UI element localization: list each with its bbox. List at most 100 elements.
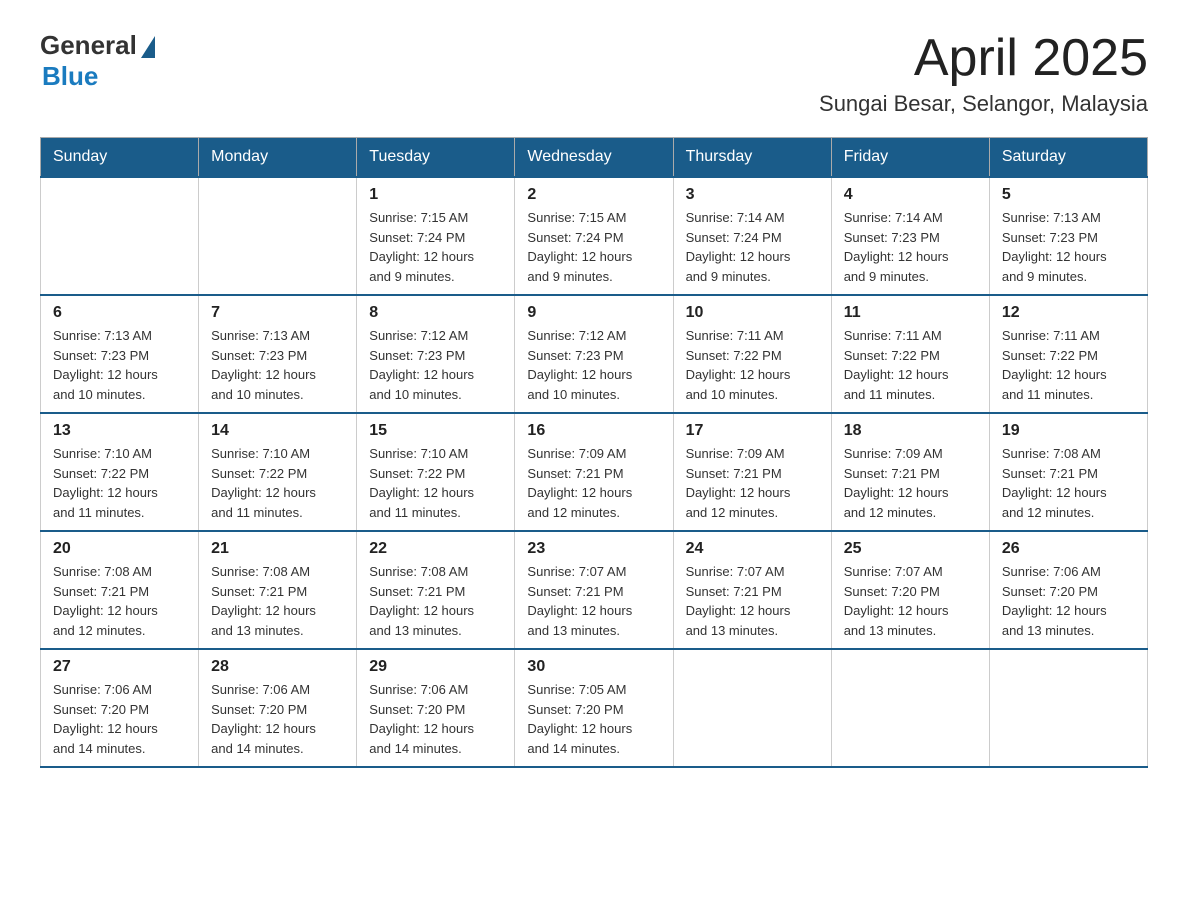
calendar-cell: 30 Sunrise: 7:05 AM Sunset: 7:20 PM Dayli… — [515, 649, 673, 767]
day-number: 10 — [686, 304, 819, 322]
day-info: Sunrise: 7:06 AM Sunset: 7:20 PM Dayligh… — [1002, 562, 1135, 640]
day-info: Sunrise: 7:06 AM Sunset: 7:20 PM Dayligh… — [53, 680, 186, 758]
day-number: 2 — [527, 186, 660, 204]
day-number: 22 — [369, 540, 502, 558]
calendar-cell: 18 Sunrise: 7:09 AM Sunset: 7:21 PM Dayli… — [831, 413, 989, 531]
day-number: 3 — [686, 186, 819, 204]
day-info: Sunrise: 7:08 AM Sunset: 7:21 PM Dayligh… — [211, 562, 344, 640]
day-number: 19 — [1002, 422, 1135, 440]
day-info: Sunrise: 7:07 AM Sunset: 7:21 PM Dayligh… — [686, 562, 819, 640]
day-info: Sunrise: 7:08 AM Sunset: 7:21 PM Dayligh… — [369, 562, 502, 640]
day-number: 14 — [211, 422, 344, 440]
day-info: Sunrise: 7:10 AM Sunset: 7:22 PM Dayligh… — [53, 444, 186, 522]
calendar-cell: 19Sunrise: 7:08 AM Sunset: 7:21 PM Dayli… — [989, 413, 1147, 531]
calendar-cell: 23 Sunrise: 7:07 AM Sunset: 7:21 PM Dayli… — [515, 531, 673, 649]
calendar-cell: 1Sunrise: 7:15 AM Sunset: 7:24 PM Daylig… — [357, 177, 515, 295]
day-info: Sunrise: 7:09 AM Sunset: 7:21 PM Dayligh… — [527, 444, 660, 522]
calendar-cell: 6 Sunrise: 7:13 AM Sunset: 7:23 PM Daylig… — [41, 295, 199, 413]
calendar-cell: 27 Sunrise: 7:06 AM Sunset: 7:20 PM Dayli… — [41, 649, 199, 767]
logo-blue-text: Blue — [42, 61, 98, 92]
calendar-cell: 12 Sunrise: 7:11 AM Sunset: 7:22 PM Dayli… — [989, 295, 1147, 413]
day-info: Sunrise: 7:06 AM Sunset: 7:20 PM Dayligh… — [369, 680, 502, 758]
day-number: 30 — [527, 658, 660, 676]
day-number: 25 — [844, 540, 977, 558]
day-number: 11 — [844, 304, 977, 322]
calendar-cell: 25Sunrise: 7:07 AM Sunset: 7:20 PM Dayli… — [831, 531, 989, 649]
day-number: 13 — [53, 422, 186, 440]
day-info: Sunrise: 7:08 AM Sunset: 7:21 PM Dayligh… — [53, 562, 186, 640]
calendar-cell: 5 Sunrise: 7:13 AM Sunset: 7:23 PM Daylig… — [989, 177, 1147, 295]
page-header: General Blue April 2025 Sungai Besar, Se… — [40, 30, 1148, 117]
calendar-cell: 22 Sunrise: 7:08 AM Sunset: 7:21 PM Dayli… — [357, 531, 515, 649]
day-number: 18 — [844, 422, 977, 440]
day-number: 20 — [53, 540, 186, 558]
logo: General Blue — [40, 30, 155, 92]
day-number: 9 — [527, 304, 660, 322]
calendar-cell — [41, 177, 199, 295]
day-info: Sunrise: 7:13 AM Sunset: 7:23 PM Dayligh… — [1002, 208, 1135, 286]
calendar-week-3: 13 Sunrise: 7:10 AM Sunset: 7:22 PM Dayli… — [41, 413, 1148, 531]
calendar-week-4: 20 Sunrise: 7:08 AM Sunset: 7:21 PM Dayli… — [41, 531, 1148, 649]
day-info: Sunrise: 7:15 AM Sunset: 7:24 PM Dayligh… — [527, 208, 660, 286]
day-number: 29 — [369, 658, 502, 676]
calendar-table: SundayMondayTuesdayWednesdayThursdayFrid… — [40, 137, 1148, 768]
logo-general-text: General — [40, 30, 137, 61]
calendar-cell: 8 Sunrise: 7:12 AM Sunset: 7:23 PM Daylig… — [357, 295, 515, 413]
day-info: Sunrise: 7:10 AM Sunset: 7:22 PM Dayligh… — [369, 444, 502, 522]
day-info: Sunrise: 7:09 AM Sunset: 7:21 PM Dayligh… — [844, 444, 977, 522]
calendar-cell — [199, 177, 357, 295]
day-info: Sunrise: 7:11 AM Sunset: 7:22 PM Dayligh… — [686, 326, 819, 404]
calendar-cell — [831, 649, 989, 767]
calendar-cell: 2 Sunrise: 7:15 AM Sunset: 7:24 PM Daylig… — [515, 177, 673, 295]
weekday-header-friday: Friday — [831, 138, 989, 178]
day-info: Sunrise: 7:05 AM Sunset: 7:20 PM Dayligh… — [527, 680, 660, 758]
calendar-week-1: 1Sunrise: 7:15 AM Sunset: 7:24 PM Daylig… — [41, 177, 1148, 295]
day-number: 24 — [686, 540, 819, 558]
day-number: 4 — [844, 186, 977, 204]
day-info: Sunrise: 7:14 AM Sunset: 7:23 PM Dayligh… — [844, 208, 977, 286]
calendar-cell: 14 Sunrise: 7:10 AM Sunset: 7:22 PM Dayli… — [199, 413, 357, 531]
logo-triangle-icon — [141, 36, 155, 58]
day-info: Sunrise: 7:12 AM Sunset: 7:23 PM Dayligh… — [527, 326, 660, 404]
calendar-cell: 3Sunrise: 7:14 AM Sunset: 7:24 PM Daylig… — [673, 177, 831, 295]
day-number: 15 — [369, 422, 502, 440]
weekday-header-saturday: Saturday — [989, 138, 1147, 178]
day-info: Sunrise: 7:07 AM Sunset: 7:21 PM Dayligh… — [527, 562, 660, 640]
day-info: Sunrise: 7:10 AM Sunset: 7:22 PM Dayligh… — [211, 444, 344, 522]
calendar-cell: 4 Sunrise: 7:14 AM Sunset: 7:23 PM Daylig… — [831, 177, 989, 295]
day-number: 23 — [527, 540, 660, 558]
day-number: 16 — [527, 422, 660, 440]
calendar-cell — [673, 649, 831, 767]
day-info: Sunrise: 7:13 AM Sunset: 7:23 PM Dayligh… — [211, 326, 344, 404]
day-number: 27 — [53, 658, 186, 676]
day-number: 28 — [211, 658, 344, 676]
day-info: Sunrise: 7:11 AM Sunset: 7:22 PM Dayligh… — [1002, 326, 1135, 404]
day-number: 8 — [369, 304, 502, 322]
weekday-header-thursday: Thursday — [673, 138, 831, 178]
calendar-cell: 15 Sunrise: 7:10 AM Sunset: 7:22 PM Dayli… — [357, 413, 515, 531]
calendar-cell: 9 Sunrise: 7:12 AM Sunset: 7:23 PM Daylig… — [515, 295, 673, 413]
day-number: 6 — [53, 304, 186, 322]
calendar-cell: 17 Sunrise: 7:09 AM Sunset: 7:21 PM Dayli… — [673, 413, 831, 531]
calendar-cell: 20 Sunrise: 7:08 AM Sunset: 7:21 PM Dayli… — [41, 531, 199, 649]
calendar-cell: 28Sunrise: 7:06 AM Sunset: 7:20 PM Dayli… — [199, 649, 357, 767]
day-info: Sunrise: 7:11 AM Sunset: 7:22 PM Dayligh… — [844, 326, 977, 404]
day-number: 21 — [211, 540, 344, 558]
day-number: 5 — [1002, 186, 1135, 204]
calendar-cell: 7 Sunrise: 7:13 AM Sunset: 7:23 PM Daylig… — [199, 295, 357, 413]
day-number: 12 — [1002, 304, 1135, 322]
day-number: 17 — [686, 422, 819, 440]
calendar-cell: 13 Sunrise: 7:10 AM Sunset: 7:22 PM Dayli… — [41, 413, 199, 531]
calendar-header-row: SundayMondayTuesdayWednesdayThursdayFrid… — [41, 138, 1148, 178]
weekday-header-tuesday: Tuesday — [357, 138, 515, 178]
calendar-cell: 26 Sunrise: 7:06 AM Sunset: 7:20 PM Dayli… — [989, 531, 1147, 649]
day-info: Sunrise: 7:13 AM Sunset: 7:23 PM Dayligh… — [53, 326, 186, 404]
day-number: 7 — [211, 304, 344, 322]
day-info: Sunrise: 7:12 AM Sunset: 7:23 PM Dayligh… — [369, 326, 502, 404]
day-info: Sunrise: 7:09 AM Sunset: 7:21 PM Dayligh… — [686, 444, 819, 522]
calendar-cell: 10 Sunrise: 7:11 AM Sunset: 7:22 PM Dayli… — [673, 295, 831, 413]
calendar-cell: 29 Sunrise: 7:06 AM Sunset: 7:20 PM Dayli… — [357, 649, 515, 767]
day-number: 26 — [1002, 540, 1135, 558]
day-info: Sunrise: 7:15 AM Sunset: 7:24 PM Dayligh… — [369, 208, 502, 286]
location-subtitle: Sungai Besar, Selangor, Malaysia — [819, 91, 1148, 117]
